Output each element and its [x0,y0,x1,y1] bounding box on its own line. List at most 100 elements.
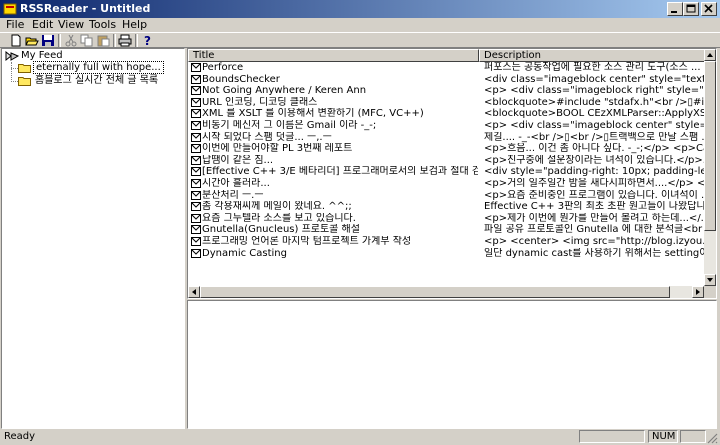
tree-item-eternally[interactable]: eternally full with hope... [33,61,164,74]
table-row[interactable]: Dynamic Casting 일단 dynamic cast를 사용하기 위해서… [188,248,706,260]
status-panel [579,430,645,443]
table-row[interactable]: Not Going Anywhere / Keren Ann <p> <div c… [188,85,706,97]
app-window: RSSReader - Untitled File Edit View Tool… [0,0,720,445]
table-row[interactable]: XML 를 XSLT 를 이용해서 변환하기 (MFC, VC++) <block… [188,108,706,120]
toolbar-separator [113,34,116,47]
paste-icon[interactable] [96,34,110,47]
table-row[interactable]: [Effective C++ 3/E 베타리더] 프로그래머로서의 보검과 절대… [188,166,706,178]
tree-item-homeblog[interactable]: 홈블로그 실시간 전체 글 목록 [35,75,158,87]
row-description: <blockquote>#include "stdafx.h"<br />▯#i… [484,96,706,108]
menu-file[interactable]: File [6,18,24,32]
arrow-down-icon [707,278,713,282]
mail-icon [191,86,201,96]
row-description: 일단 dynamic cast를 사용하기 위해서는 setting이... [484,247,706,259]
tree-connector [11,81,18,82]
table-row[interactable]: Perforce 퍼포스는 공동작업에 필요한 소스 관리 도구(소스 ... [188,62,706,74]
close-icon [704,4,713,13]
close-button[interactable] [701,2,717,16]
row-description: 파일 공유 프로토콜인 Gnutella 에 대한 분석글<br ... [484,224,706,236]
menu-edit[interactable]: Edit [32,18,53,32]
row-title: Perforce [202,62,244,73]
feed-tree[interactable]: My Feed eternally full with hope... 홈블로그… [1,48,185,429]
mail-icon [191,248,201,258]
num-lock-indicator: NUM [648,430,678,443]
help-icon[interactable]: ? [140,34,154,47]
scrollbar-corner [704,286,716,298]
article-list[interactable]: Title Description Perforce 퍼포스는 공동작업에 필요한… [187,48,717,299]
tree-connector [11,68,18,69]
mail-icon [191,63,201,72]
scroll-right-button[interactable] [692,286,704,298]
toolbar-separator [135,34,138,47]
scroll-left-button[interactable] [188,286,200,298]
svg-text:?: ? [144,34,151,47]
row-description: <p> <div class="imageblock right" style=… [484,85,706,97]
table-row[interactable]: URL 인코딩, 디코딩 클래스 <blockquote>#include "st… [188,97,706,109]
scroll-up-button[interactable] [704,49,716,61]
resize-grip-icon[interactable] [706,432,718,444]
mail-icon [191,237,201,246]
table-row[interactable]: BoundsChecker <div class="imageblock cent… [188,74,706,86]
row-title: 시간아 흘러라... [202,178,270,189]
table-row[interactable]: 납땜이 같은 짐... <p>친구중에 설운창이라는 녀석이 있습니다.</p>.… [188,155,706,167]
copy-icon[interactable] [80,34,94,47]
row-title: [Effective C++ 3/E 베타리더] 프로그래머로서의 보검과 절대… [202,166,478,178]
minimize-icon [671,11,677,13]
table-row[interactable]: Gnutella(Gnucleus) 프로토콜 해설 파일 공유 프로토콜인 Gn… [188,224,706,236]
arrow-right-icon [696,289,700,295]
column-header-description[interactable]: Description [479,49,706,62]
mail-icon [191,144,201,154]
menu-view[interactable]: View [58,18,84,32]
row-title: 납땜이 같은 짐... [202,154,274,166]
open-icon[interactable] [25,34,39,47]
mail-icon [191,225,201,235]
table-row[interactable]: 시작 되었다 스팸 덧글... ㅡ,.ㅡ 제길.... -_-<br />▯<br… [188,132,706,144]
new-icon[interactable] [9,34,23,47]
row-description: <blockquote>BOOL CEzXMLParser::ApplyXSLT… [484,108,706,120]
row-title: Not Going Anywhere / Keren Ann [202,85,367,97]
mail-icon [191,74,201,84]
table-row[interactable]: 프로그래밍 언어론 마지막 텀프로젝트 가계부 작성 <p> <center> <… [188,236,706,248]
row-title: 시작 되었다 스팸 덧글... ㅡ,.ㅡ [202,131,332,143]
row-title: 프로그래밍 언어론 마지막 텀프로젝트 가계부 작성 [202,236,412,247]
row-title: Gnutella(Gnucleus) 프로토콜 해설 [202,224,360,236]
menu-bar: File Edit View Tools Help [0,18,720,32]
table-row[interactable]: 분산처리 ㅡ.ㅡ <p>요즘 준비중인 프로그램이 있습니다. 이녀석이 ... [188,190,706,202]
feed-root-icon [5,51,19,62]
save-icon[interactable] [41,34,55,47]
row-title: Dynamic Casting [202,247,287,259]
app-icon [3,3,17,15]
column-header-title[interactable]: Title [188,49,479,62]
minimize-button[interactable] [667,2,683,16]
title-bar[interactable]: RSSReader - Untitled [0,0,720,18]
row-title: 이번에 만들어야할 PL 3번째 레포트 [202,143,353,155]
arrow-up-icon [707,53,713,57]
list-horizontal-scrollbar[interactable] [188,286,704,298]
list-header: Title Description [188,49,706,62]
table-row[interactable]: 좀 각용재씨께 메일이 왔네요. ^^;; Effective C++ 3판의 최… [188,201,706,213]
maximize-icon [686,4,696,13]
mail-icon [191,202,201,212]
maximize-button[interactable] [683,2,699,16]
scroll-down-button[interactable] [704,274,716,286]
arrow-left-icon [192,289,196,295]
preview-pane[interactable] [187,300,717,429]
table-row[interactable]: 비동기 메신저 그 이름은 Gmail 이라 -_-; <p> <div clas… [188,120,706,132]
tree-item-label: eternally full with hope... [33,61,164,74]
mail-icon [191,179,201,188]
list-vertical-scrollbar[interactable] [704,49,716,286]
cut-icon[interactable] [64,34,78,47]
menu-tools[interactable]: Tools [89,18,116,32]
mail-icon [191,167,201,177]
scroll-thumb[interactable] [200,286,670,298]
table-row[interactable]: 이번에 만들어야할 PL 3번째 레포트 <p>흐음... 이건 좀 아니다 싶다… [188,143,706,155]
row-title: BoundsChecker [202,73,280,85]
row-description: 제길.... -_-<br />▯<br />▯트랙백으로 만날 스팸 ... [484,131,706,143]
table-row[interactable]: 시간아 흘러라... <p>거의 일주일간 밤을 새다시피하면서....</p> … [188,178,706,190]
scroll-thumb[interactable] [704,61,716,231]
status-bar: Ready NUM [0,429,720,445]
menu-help[interactable]: Help [122,18,147,32]
print-icon[interactable] [118,34,132,47]
mail-icon [191,213,201,223]
table-row[interactable]: 요즘 그누텔라 소스를 보고 있습니다. <p>제가 이번에 뭔가를 만들어 볼려… [188,213,706,225]
